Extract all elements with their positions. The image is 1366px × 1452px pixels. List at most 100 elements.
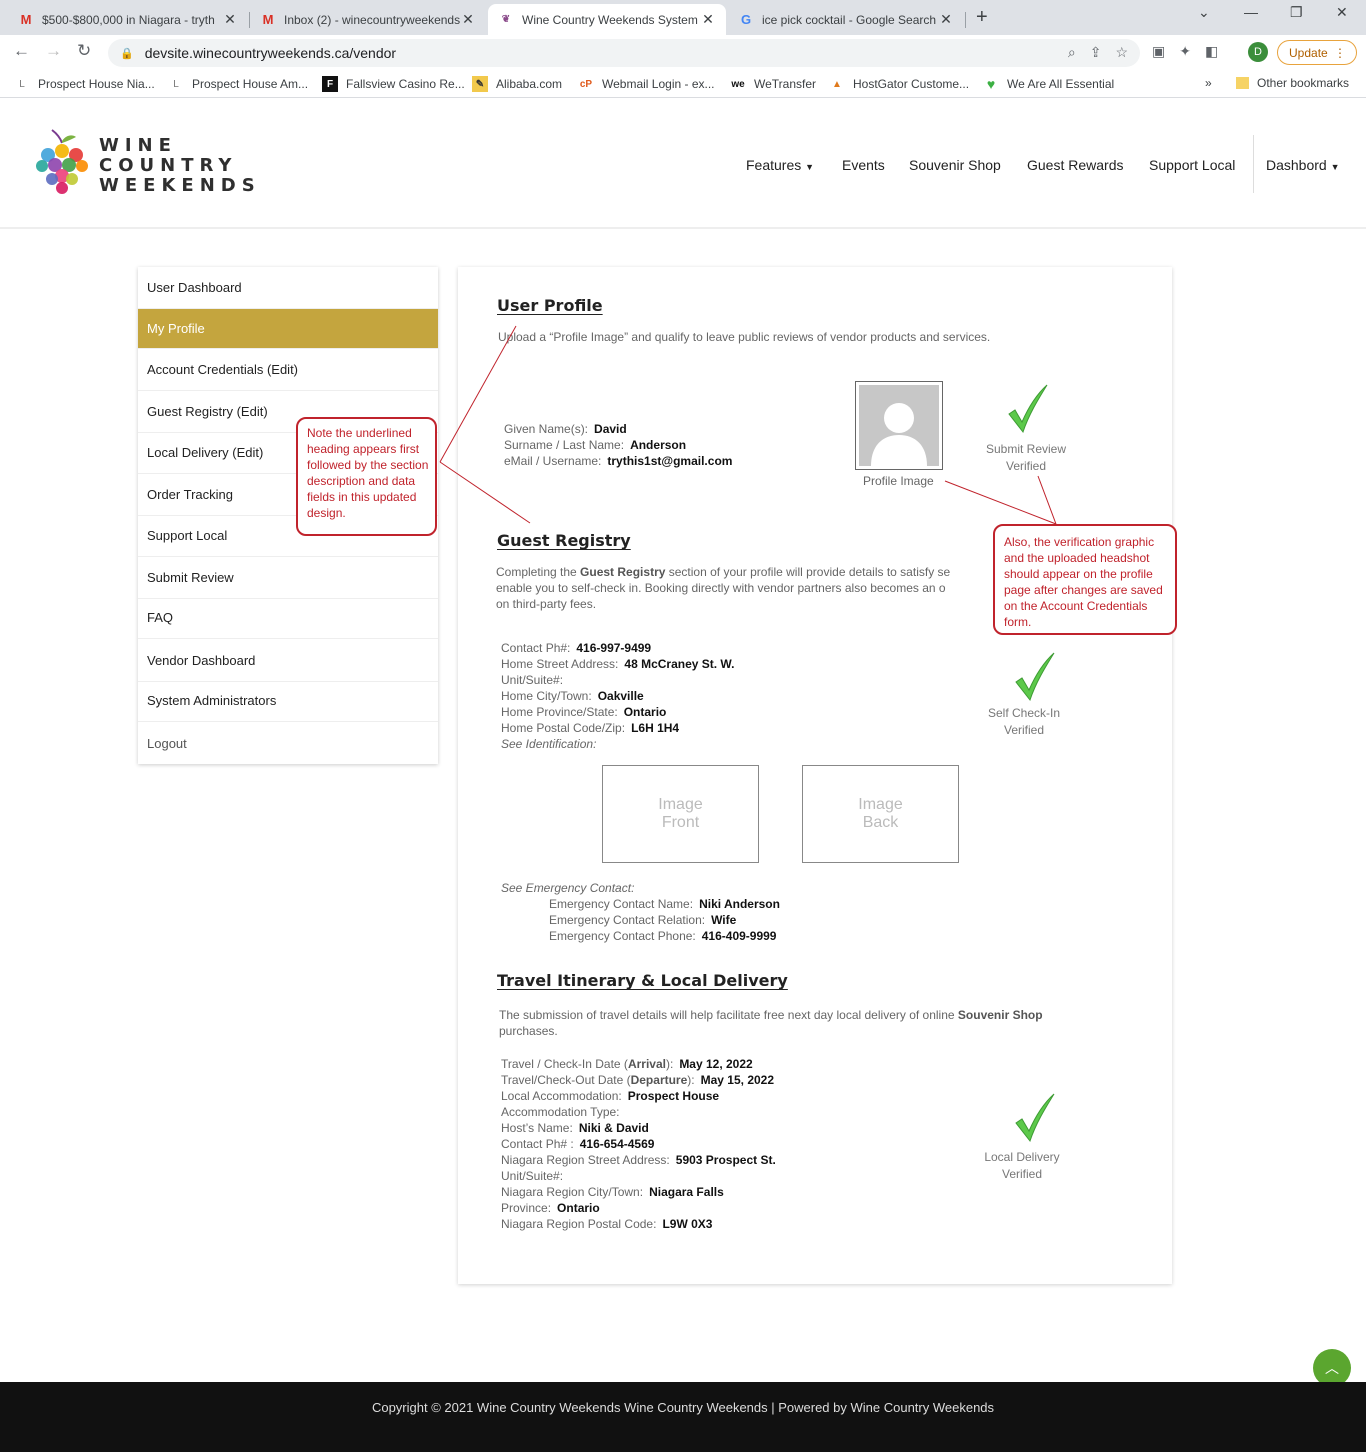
bookmark-item[interactable]: F Fallsview Casino Re... [322, 76, 465, 92]
field-value: 416-997-9499 [576, 641, 652, 655]
home-province-field: Home Province/State: Ontario [501, 704, 666, 720]
field-label: Home City/Town: [501, 689, 592, 703]
field-label-text: Niagara Region City/Town: [501, 1185, 644, 1199]
field-value: Ontario [623, 705, 667, 719]
field-value: Oakville [597, 689, 644, 703]
close-tab-icon[interactable]: ✕ [700, 11, 716, 28]
field-value: Prospect House [627, 1089, 720, 1103]
field-label-text: ): [665, 1057, 674, 1071]
profile-image-caption: Profile Image [863, 474, 934, 488]
sidebar-item-submit-review[interactable]: Submit Review [138, 557, 438, 599]
lock-icon: 🔒 [120, 47, 134, 60]
field-value: Ontario [557, 1201, 600, 1215]
other-bookmarks[interactable]: Other bookmarks [1236, 76, 1349, 90]
field-label-text: Travel/Check-Out Date ( [501, 1073, 631, 1087]
travel-field: Niagara Region City/Town: Niagara Falls [501, 1184, 724, 1200]
bookmark-label: Webmail Login - ex... [602, 77, 715, 91]
restore-icon[interactable]: ❐ [1290, 4, 1303, 21]
more-bookmarks-icon[interactable]: » [1205, 76, 1212, 90]
forward-icon[interactable]: → [45, 41, 62, 61]
sidebar-item-system-administrators[interactable]: System Administrators [138, 680, 438, 722]
tab-title: Wine Country Weekends System [522, 12, 698, 27]
puzzle-icon[interactable]: ✦ [1179, 43, 1191, 60]
bookmark-item[interactable]: we WeTransfer [730, 76, 816, 92]
sidebar-item-faq[interactable]: FAQ [138, 597, 438, 639]
nav-souvenir-shop[interactable]: Souvenir Shop [909, 157, 1001, 173]
close-tab-icon[interactable]: ✕ [938, 11, 954, 28]
page-icon: L [173, 78, 179, 90]
tab-title: $500-$800,000 in Niagara - tryth [42, 12, 215, 27]
emergency-name-field: Emergency Contact Name: Niki Anderson [549, 896, 780, 912]
travel-field: Travel/Check-Out Date (Departure): May 15… [501, 1072, 774, 1088]
nav-guest-rewards[interactable]: Guest Rewards [1027, 157, 1123, 173]
minimize-icon[interactable]: — [1244, 4, 1258, 20]
menu-dots-icon: ⋮ [1334, 45, 1346, 60]
site-logo-text[interactable]: WINE COUNTRY WEEKENDS [99, 136, 261, 196]
nav-dashboard[interactable]: Dashbord ▼ [1266, 157, 1340, 173]
nav-support-local[interactable]: Support Local [1149, 157, 1235, 173]
tab-title: ice pick cocktail - Google Search [762, 12, 937, 27]
caret-down-icon: ▼ [805, 162, 815, 172]
extension-icon[interactable]: ▣ [1152, 43, 1165, 60]
bookmark-star-icon[interactable]: ☆ [1115, 44, 1128, 61]
update-button[interactable]: Update ⋮ [1277, 40, 1357, 65]
share-icon[interactable]: ⇪ [1090, 44, 1102, 61]
address-bar[interactable]: 🔒 devsite.winecountryweekends.ca/vendor … [108, 39, 1140, 67]
close-window-icon[interactable]: ✕ [1336, 4, 1348, 21]
bookmark-label: WeTransfer [754, 77, 817, 91]
bookmark-label: Prospect House Nia... [38, 77, 155, 91]
site-header: WINE COUNTRY WEEKENDS Features ▼ Events … [0, 99, 1366, 229]
nav-events[interactable]: Events [842, 157, 885, 173]
field-label-text: Local Accommodation: [501, 1089, 622, 1103]
id-image-front[interactable]: Image Front [602, 765, 759, 863]
bookmark-item[interactable]: L Prospect House Nia... [14, 76, 155, 92]
sidebar-item-logout[interactable]: Logout [138, 722, 438, 764]
bookmark-item[interactable]: ♥ We Are All Essential [983, 76, 1114, 92]
field-label-text: Travel / Check-In Date ( [501, 1057, 628, 1071]
bookmark-label: Fallsview Casino Re... [346, 77, 465, 91]
field-label-bold: Departure [630, 1073, 688, 1087]
side-panel-icon[interactable]: ◧ [1205, 43, 1218, 60]
new-tab-icon[interactable]: + [976, 6, 988, 29]
bookmark-item[interactable]: ✎ Alibaba.com [472, 76, 562, 92]
bookmark-label: We Are All Essential [1007, 77, 1115, 91]
reload-icon[interactable]: ↻ [77, 41, 91, 61]
grape-logo-icon[interactable] [36, 129, 88, 195]
profile-image[interactable] [855, 381, 943, 470]
sidebar-item-user-dashboard[interactable]: User Dashboard [138, 267, 438, 309]
desc-text: enable you to self-check in. Booking dir… [496, 581, 946, 595]
field-label-text: Niagara Region Postal Code: [501, 1217, 657, 1231]
field-label: Niagara Region City/Town: [501, 1185, 643, 1199]
browser-tab-3[interactable]: ❦ Wine Country Weekends System ✕ [488, 4, 726, 35]
back-icon[interactable]: ← [13, 41, 30, 61]
id-image-back[interactable]: Image Back [802, 765, 959, 863]
contact-phone-field: Contact Ph#: 416-997-9499 [501, 640, 651, 656]
verify-line: Verified [1005, 459, 1047, 473]
field-value: trythis1st@gmail.com [607, 454, 733, 468]
sidebar-item-vendor-dashboard[interactable]: Vendor Dashboard [138, 640, 438, 682]
nav-features[interactable]: Features ▼ [746, 157, 814, 173]
bookmark-item[interactable]: cP Webmail Login - ex... [578, 76, 715, 92]
google-icon: G [740, 12, 752, 27]
close-tab-icon[interactable]: ✕ [460, 11, 476, 28]
close-tab-icon[interactable]: ✕ [222, 11, 238, 28]
field-label-text: Host’s Name: [501, 1121, 573, 1135]
profile-avatar[interactable]: D [1248, 42, 1268, 62]
sidebar-item-my-profile[interactable]: My Profile [138, 309, 438, 349]
guest-registry-heading: Guest Registry [497, 531, 631, 550]
browser-tab-1[interactable]: M $500-$800,000 in Niagara - tryth ✕ [8, 4, 248, 35]
browser-tab-2[interactable]: M Inbox (2) - winecountryweekends ✕ [250, 4, 486, 35]
heart-icon: ♥ [986, 76, 996, 92]
tab-search-icon[interactable]: ⌄ [1198, 4, 1210, 21]
browser-tab-4[interactable]: G ice pick cocktail - Google Search ✕ [728, 4, 964, 35]
field-value: 416-409-9999 [701, 929, 777, 943]
travel-field: Contact Ph# : 416-654-4569 [501, 1136, 654, 1152]
field-label-text: Niagara Region Street Address: [501, 1153, 670, 1167]
zoom-icon[interactable]: ⌕ [1068, 44, 1076, 61]
bookmark-item[interactable]: L Prospect House Am... [168, 76, 308, 92]
desc-text: purchases. [499, 1024, 558, 1038]
field-label: Home Street Address: [501, 657, 619, 671]
field-label: Surname / Last Name: [504, 438, 625, 452]
bookmark-item[interactable]: ▲ HostGator Custome... [829, 76, 969, 92]
sidebar-item-account-credentials[interactable]: Account Credentials (Edit) [138, 349, 438, 391]
